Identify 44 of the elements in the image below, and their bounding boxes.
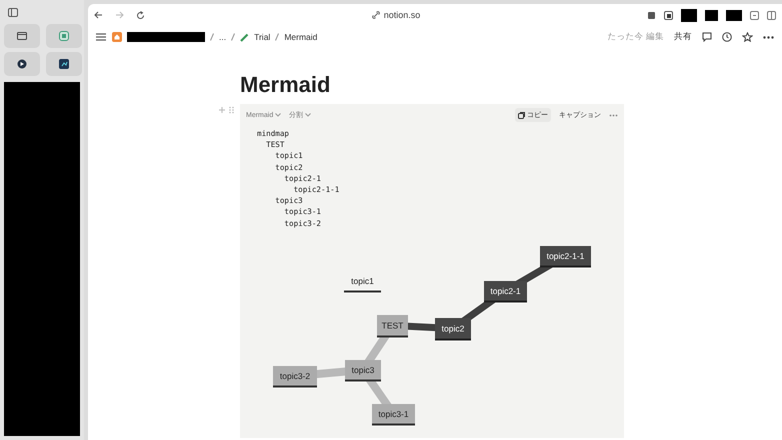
tab-tile[interactable] — [4, 24, 40, 48]
menu-icon[interactable] — [96, 33, 106, 41]
tab-tile[interactable] — [4, 52, 40, 76]
breadcrumb-item[interactable]: ... — [219, 32, 226, 42]
pencil-icon — [240, 32, 250, 42]
separator-icon — [231, 33, 236, 41]
link-icon — [372, 11, 380, 19]
breadcrumb-item[interactable]: Mermaid — [284, 32, 318, 42]
mindmap-node: topic2 — [435, 318, 471, 340]
copy-icon — [518, 112, 525, 118]
mindmap-node: topic1 — [344, 276, 381, 292]
comment-icon[interactable] — [702, 32, 712, 42]
app-icon — [59, 31, 69, 41]
url-text[interactable]: notion.so — [384, 10, 420, 20]
page-title: Mermaid — [240, 72, 332, 98]
mindmap-node: topic3-1 — [372, 404, 415, 426]
separator-icon — [210, 33, 214, 41]
mindmap-node: topic3-2 — [273, 366, 317, 388]
tab-tile[interactable] — [46, 24, 82, 48]
clock-icon[interactable] — [722, 32, 732, 42]
app-icon — [59, 59, 69, 69]
app-icon — [17, 59, 27, 69]
reload-icon[interactable] — [136, 10, 145, 20]
mindmap-node: topic2-1 — [484, 281, 527, 302]
chevron-icon — [305, 113, 312, 117]
separator-icon — [275, 33, 280, 41]
tab-tile[interactable] — [46, 52, 82, 76]
mindmap-node: topic3 — [345, 360, 381, 382]
share-button[interactable]: 共有 — [674, 31, 692, 43]
sidebar-icon[interactable] — [767, 10, 776, 20]
star-icon[interactable] — [742, 32, 753, 42]
sidebar-icon[interactable] — [8, 8, 18, 16]
mindmap-node: TEST — [377, 315, 408, 338]
more-icon[interactable] — [763, 36, 774, 38]
edited-status: たった今 編集 — [608, 31, 664, 43]
window-icon — [17, 32, 27, 40]
breadcrumb-item[interactable]: Trial — [254, 32, 270, 42]
chevron-icon — [275, 113, 282, 117]
redacted-block — [681, 8, 697, 22]
back-icon[interactable] — [94, 11, 103, 19]
redacted-block — [705, 10, 718, 20]
drag-handle-icon[interactable] — [218, 106, 236, 114]
redacted-block — [726, 10, 742, 20]
mindmap-node: topic2-1-1 — [540, 246, 591, 268]
